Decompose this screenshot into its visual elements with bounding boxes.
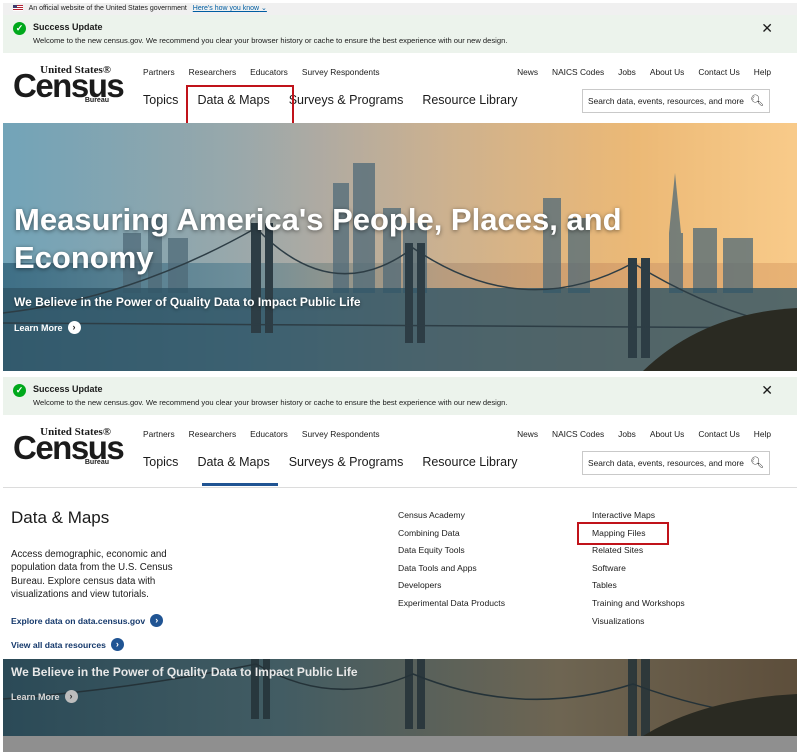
heres-how-you-know-link[interactable]: Here's how you know ⌄ bbox=[193, 5, 267, 12]
explore-data-link[interactable]: Explore data on data.census.gov › bbox=[11, 614, 164, 627]
view-all-resources-link[interactable]: View all data resources › bbox=[11, 638, 124, 651]
nav-naics-codes[interactable]: NAICS Codes bbox=[552, 67, 604, 77]
alert-title: Success Update bbox=[33, 22, 103, 32]
nav-help[interactable]: Help bbox=[754, 429, 771, 439]
site-header-2: United States® Census Bureau Partners Res… bbox=[3, 417, 797, 487]
nav-researchers[interactable]: Researchers bbox=[189, 67, 236, 77]
menu-item-related-sites[interactable]: Related Sites bbox=[592, 545, 685, 563]
nav-jobs[interactable]: Jobs bbox=[618, 67, 636, 77]
main-nav-data-maps-active[interactable]: Data & Maps bbox=[197, 455, 269, 469]
dropdown-column-1: Census Academy Combining Data Data Equit… bbox=[398, 510, 505, 616]
census-logo[interactable]: United States® Census Bureau bbox=[13, 64, 125, 108]
main-nav-resource-library[interactable]: Resource Library bbox=[422, 93, 517, 107]
nav-researchers[interactable]: Researchers bbox=[189, 429, 236, 439]
nav-survey-respondents[interactable]: Survey Respondents bbox=[302, 67, 380, 77]
nav-naics-codes[interactable]: NAICS Codes bbox=[552, 429, 604, 439]
nav-educators[interactable]: Educators bbox=[250, 67, 288, 77]
highlight-data-maps bbox=[186, 85, 294, 125]
hero-text: Measuring America's People, Places, and … bbox=[14, 201, 664, 334]
arrow-right-icon: › bbox=[64, 690, 78, 703]
hero-banner: Measuring America's People, Places, and … bbox=[3, 123, 797, 371]
nav-jobs[interactable]: Jobs bbox=[618, 429, 636, 439]
data-maps-dropdown: Data & Maps Access demographic, economic… bbox=[3, 487, 797, 659]
arrow-right-icon: › bbox=[67, 321, 81, 334]
nav-news[interactable]: News bbox=[517, 429, 538, 439]
success-alert-2: ✓ Success Update Welcome to the new cens… bbox=[3, 377, 797, 415]
nav-news[interactable]: News bbox=[517, 67, 538, 77]
check-icon: ✓ bbox=[13, 22, 26, 35]
arrow-right-icon: › bbox=[150, 614, 164, 627]
hero-title: Measuring America's People, Places, and … bbox=[14, 202, 622, 275]
menu-item-combining-data[interactable]: Combining Data bbox=[398, 528, 505, 546]
census-logo[interactable]: United States® Census Bureau bbox=[13, 426, 125, 470]
alert-message: Welcome to the new census.gov. We recomm… bbox=[33, 398, 508, 407]
menu-item-tables[interactable]: Tables bbox=[592, 580, 685, 598]
menu-item-data-equity-tools[interactable]: Data Equity Tools bbox=[398, 545, 505, 563]
main-nav-topics[interactable]: Topics bbox=[143, 93, 178, 107]
utility-nav-right: News NAICS Codes Jobs About Us Contact Us Hel… bbox=[517, 67, 785, 77]
utility-nav: Partners Researchers Educators Survey Respo… bbox=[143, 67, 394, 77]
menu-item-visualizations[interactable]: Visualizations bbox=[592, 616, 685, 634]
menu-item-census-academy[interactable]: Census Academy bbox=[398, 510, 505, 528]
menu-item-developers[interactable]: Developers bbox=[398, 580, 505, 598]
main-nav-resource-library[interactable]: Resource Library bbox=[422, 455, 517, 469]
highlight-mapping-files bbox=[577, 522, 669, 545]
utility-nav: Partners Researchers Educators Survey Respo… bbox=[143, 429, 394, 439]
search-input[interactable]: Search data, events, resources, and more… bbox=[582, 451, 770, 475]
dropdown-description: Access demographic, economic and populat… bbox=[11, 549, 173, 600]
site-header: United States® Census Bureau Partners Res… bbox=[3, 55, 797, 125]
search-icon[interactable]: 🔍︎ bbox=[750, 452, 764, 474]
search-icon[interactable]: 🔍︎ bbox=[750, 90, 764, 112]
hero-banner-partial: We Believe in the Power of Quality Data … bbox=[3, 659, 797, 736]
nav-contact-us[interactable]: Contact Us bbox=[698, 429, 739, 439]
nav-about-us[interactable]: About Us bbox=[650, 429, 684, 439]
nav-about-us[interactable]: About Us bbox=[650, 67, 684, 77]
menu-item-data-tools-apps[interactable]: Data Tools and Apps bbox=[398, 563, 505, 581]
nav-partners[interactable]: Partners bbox=[143, 429, 175, 439]
hero-subtitle: We Believe in the Power of Quality Data … bbox=[11, 665, 358, 679]
official-gov-banner: An official website of the United States… bbox=[3, 3, 797, 15]
utility-nav-right: News NAICS Codes Jobs About Us Contact Us Hel… bbox=[517, 429, 785, 439]
nav-educators[interactable]: Educators bbox=[250, 429, 288, 439]
alert-message: Welcome to the new census.gov. We recomm… bbox=[33, 36, 508, 45]
menu-item-experimental-data[interactable]: Experimental Data Products bbox=[398, 598, 505, 616]
close-icon[interactable]: ✕ bbox=[761, 382, 773, 399]
nav-contact-us[interactable]: Contact Us bbox=[698, 67, 739, 77]
hero-subtitle: We Believe in the Power of Quality Data … bbox=[14, 295, 361, 309]
check-icon: ✓ bbox=[13, 384, 26, 397]
nav-help[interactable]: Help bbox=[754, 67, 771, 77]
footer-bar bbox=[3, 736, 797, 752]
active-tab-underline bbox=[202, 483, 278, 486]
screenshot-composite: An official website of the United States… bbox=[3, 3, 797, 752]
menu-item-training-workshops[interactable]: Training and Workshops bbox=[592, 598, 685, 616]
main-nav: Topics Data & Maps Surveys & Programs Resou… bbox=[143, 455, 537, 469]
dropdown-title: Data & Maps bbox=[11, 508, 110, 527]
main-nav-surveys-programs[interactable]: Surveys & Programs bbox=[289, 93, 404, 107]
arrow-right-icon: › bbox=[110, 638, 124, 651]
close-icon[interactable]: ✕ bbox=[761, 20, 773, 37]
search-input[interactable]: Search data, events, resources, and more… bbox=[582, 89, 770, 113]
learn-more-button[interactable]: Learn More › bbox=[14, 321, 664, 334]
nav-partners[interactable]: Partners bbox=[143, 67, 175, 77]
menu-item-software[interactable]: Software bbox=[592, 563, 685, 581]
us-flag-icon bbox=[13, 5, 23, 12]
success-alert: ✓ Success Update Welcome to the new cens… bbox=[3, 15, 797, 53]
learn-more-button[interactable]: Learn More › bbox=[11, 690, 78, 703]
main-nav-topics[interactable]: Topics bbox=[143, 455, 178, 469]
gov-banner-text: An official website of the United States… bbox=[28, 5, 187, 12]
main-nav-surveys-programs[interactable]: Surveys & Programs bbox=[289, 455, 404, 469]
nav-survey-respondents[interactable]: Survey Respondents bbox=[302, 429, 380, 439]
alert-title: Success Update bbox=[33, 384, 103, 394]
